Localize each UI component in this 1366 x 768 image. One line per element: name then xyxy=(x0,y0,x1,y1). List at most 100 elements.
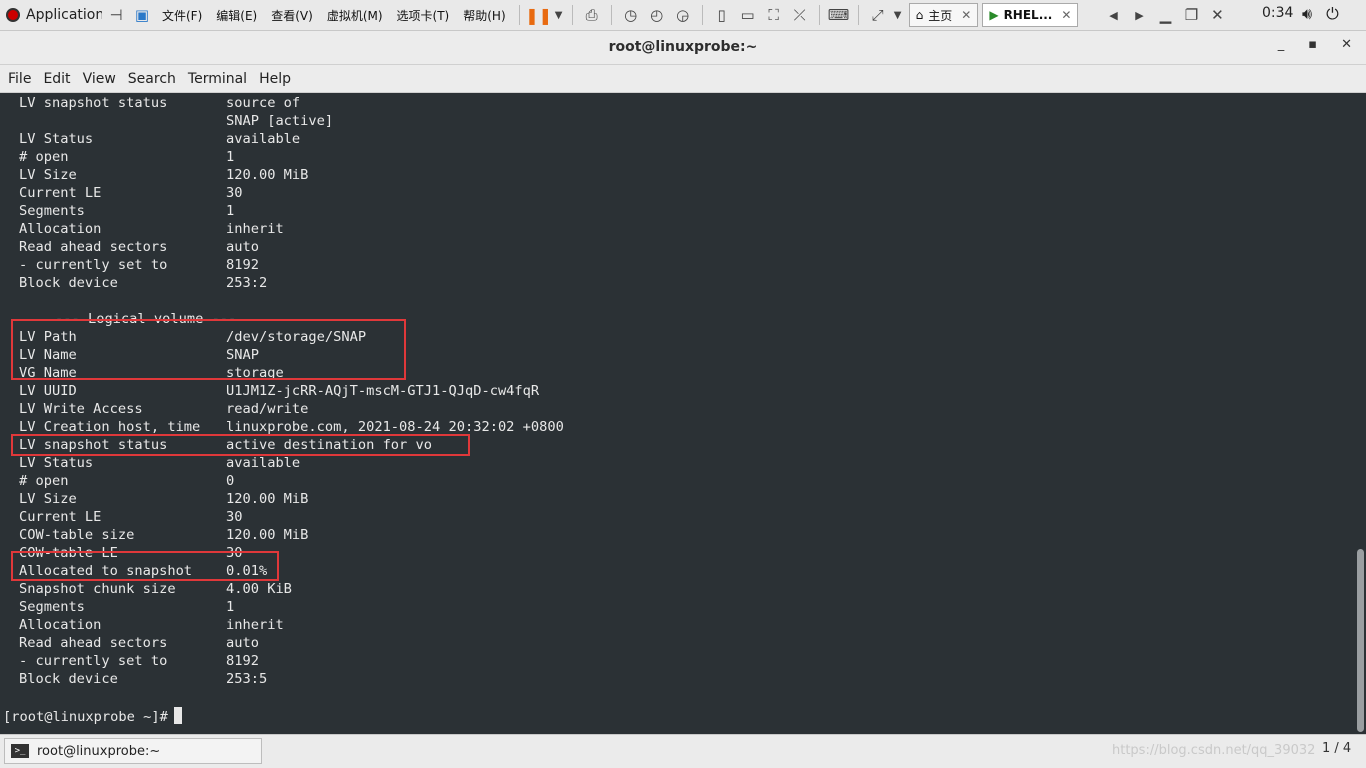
tab-rhel[interactable]: ▶ RHEL... ✕ xyxy=(982,3,1079,27)
menu-vm[interactable]: 虚拟机(M) xyxy=(320,7,390,24)
close-icon[interactable]: ✕ xyxy=(1341,37,1352,52)
toolbar-divider xyxy=(857,5,859,25)
clock[interactable]: 0:34 xyxy=(1262,5,1293,21)
tab-scroll-right-icon[interactable]: ▶ xyxy=(1126,2,1152,28)
field-value: auto xyxy=(226,239,259,255)
field-value: 253:2 xyxy=(226,275,268,291)
text-cursor xyxy=(173,707,182,724)
chevron-down-icon[interactable]: ▼ xyxy=(891,2,905,28)
top-panel: Applications ⊣ ▣ 文件(F) 编辑(E) 查看(V) 虚拟机(M… xyxy=(0,0,1366,31)
close-icon[interactable]: ✕ xyxy=(1204,2,1230,28)
vmware-toolbar: ⊣ ▣ 文件(F) 编辑(E) 查看(V) 虚拟机(M) 选项卡(T) 帮助(H… xyxy=(103,0,1263,30)
field-label: Block device xyxy=(19,671,118,687)
taskbar-item-terminal[interactable]: >_ root@linuxprobe:~ xyxy=(4,738,262,764)
menu-tabs[interactable]: 选项卡(T) xyxy=(390,7,457,24)
field-value: 120.00 MiB xyxy=(226,527,309,543)
power-icon[interactable]: ⏻ xyxy=(1326,4,1339,24)
field-value: 120.00 MiB xyxy=(226,167,309,183)
menu-search[interactable]: Search xyxy=(122,71,182,87)
field-label: Allocation xyxy=(19,617,102,633)
field-value: SNAP [active] xyxy=(226,113,334,129)
maximize-icon[interactable]: ❐ xyxy=(1178,2,1204,28)
console-icon[interactable]: ⌨ xyxy=(826,2,852,28)
menu-help[interactable]: Help xyxy=(253,71,297,87)
field-label: LV UUID xyxy=(19,383,77,399)
terminal-scrollbar[interactable] xyxy=(1355,94,1366,734)
field-value: U1JM1Z-jcRR-AQjT-mscM-GTJ1-QJqD-cw4fqR xyxy=(226,383,540,399)
revert-snapshot-icon[interactable]: ◴ xyxy=(644,2,670,28)
maximize-icon[interactable]: ▪ xyxy=(1308,37,1317,52)
field-value: 8192 xyxy=(226,257,259,273)
field-label: LV Status xyxy=(19,131,94,147)
minimize-icon[interactable]: ▁ xyxy=(1152,2,1178,28)
close-icon[interactable]: ✕ xyxy=(1061,8,1071,22)
field-label: Read ahead sectors xyxy=(19,239,168,255)
field-label: LV snapshot status xyxy=(19,95,168,111)
field-value: 1 xyxy=(226,203,235,219)
system-tray: 🔊︎ ⏻ xyxy=(1302,4,1339,24)
menu-view[interactable]: View xyxy=(77,71,122,87)
chevron-down-icon[interactable]: ▼ xyxy=(552,2,566,28)
scrollbar-thumb[interactable] xyxy=(1357,549,1364,732)
window-titlebar: root@linuxprobe:~ _ ▪ ✕ xyxy=(0,31,1366,65)
watermark: https://blog.csdn.net/qq_39032 xyxy=(1112,743,1316,758)
field-label: Current LE xyxy=(19,509,102,525)
highlight-box-lv-path xyxy=(11,319,406,380)
field-label: Snapshot chunk size xyxy=(19,581,176,597)
pin-icon[interactable]: ⊣ xyxy=(103,2,129,28)
send-ctrl-alt-del-icon[interactable]: ⎙ xyxy=(579,2,605,28)
field-label: Block device xyxy=(19,275,118,291)
minimize-icon[interactable]: _ xyxy=(1278,37,1285,52)
field-value: available xyxy=(226,455,301,471)
menu-file[interactable]: 文件(F) xyxy=(155,7,209,24)
menu-edit[interactable]: 编辑(E) xyxy=(209,7,264,24)
applications-menu[interactable]: Applications xyxy=(0,0,102,30)
unity-icon[interactable]: ⤫ xyxy=(787,2,813,28)
terminal-icon: >_ xyxy=(11,744,29,758)
menu-help[interactable]: 帮助(H) xyxy=(456,7,512,24)
vm-icon: ▶ xyxy=(989,8,999,22)
highlight-box-snapshot-status xyxy=(11,434,470,456)
menu-terminal[interactable]: Terminal xyxy=(182,71,253,87)
field-label: Current LE xyxy=(19,185,102,201)
shell-prompt-line[interactable]: [root@linuxprobe ~]# xyxy=(3,707,182,725)
close-icon[interactable]: ✕ xyxy=(961,8,971,22)
terminal-output[interactable]: LV snapshot status source of SNAP [active]… xyxy=(0,94,1355,734)
applications-label: Applications xyxy=(26,7,102,23)
snapshot-manager-icon[interactable]: ◶ xyxy=(670,2,696,28)
stretch-icon[interactable]: ⤢ xyxy=(865,2,891,28)
field-label: LV Size xyxy=(19,167,77,183)
library-view-icon[interactable]: ▯ xyxy=(709,2,735,28)
snapshot-icon[interactable]: ◷ xyxy=(618,2,644,28)
menu-edit[interactable]: Edit xyxy=(37,71,76,87)
field-label: LV Size xyxy=(19,491,77,507)
field-label: # open xyxy=(19,149,69,165)
menu-file[interactable]: File xyxy=(2,71,37,87)
field-value: 30 xyxy=(226,185,243,201)
field-value: available xyxy=(226,131,301,147)
pause-icon[interactable]: ❚❚ xyxy=(525,2,552,28)
field-label: - currently set to xyxy=(19,653,168,669)
field-value: inherit xyxy=(226,617,284,633)
thumbnail-view-icon[interactable]: ▭ xyxy=(735,2,761,28)
fullscreen-window-icon[interactable]: ▣ xyxy=(129,2,155,28)
workspace-indicator[interactable]: 1 / 4 xyxy=(1322,741,1351,756)
menu-view[interactable]: 查看(V) xyxy=(264,7,320,24)
field-value: 4.00 KiB xyxy=(226,581,292,597)
tab-home[interactable]: ⌂ 主页 ✕ xyxy=(908,3,979,27)
field-value: 30 xyxy=(226,509,243,525)
fit-guest-icon[interactable]: ⛶ xyxy=(761,2,787,28)
bottom-taskbar: >_ root@linuxprobe:~ https://blog.csdn.n… xyxy=(0,734,1366,768)
toolbar-divider xyxy=(610,5,612,25)
field-label: Segments xyxy=(19,203,85,219)
toolbar-divider xyxy=(518,5,520,25)
toolbar-divider xyxy=(571,5,573,25)
field-label: Segments xyxy=(19,599,85,615)
field-value: auto xyxy=(226,635,259,651)
field-label: Allocation xyxy=(19,221,102,237)
field-label: COW-table size xyxy=(19,527,135,543)
field-label: - currently set to xyxy=(19,257,168,273)
tab-scroll-left-icon[interactable]: ◀ xyxy=(1100,2,1126,28)
volume-icon[interactable]: 🔊︎ xyxy=(1302,4,1312,24)
field-value: 120.00 MiB xyxy=(226,491,309,507)
